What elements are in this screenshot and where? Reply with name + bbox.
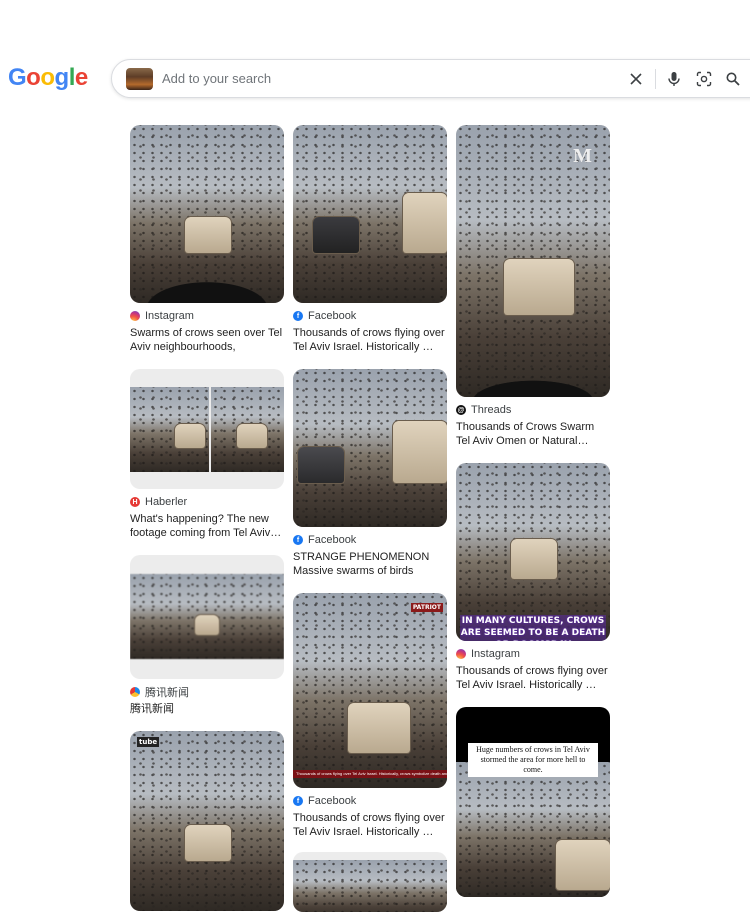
- source-name: Instagram: [471, 648, 520, 660]
- result-card[interactable]: 腾讯新闻 腾讯新闻: [130, 555, 284, 716]
- search-bar: [111, 59, 750, 98]
- result-card[interactable]: PATRIOT Thousands of crows flying over T…: [293, 593, 447, 839]
- result-title[interactable]: Thousands of crows flying over Tel Aviv …: [293, 326, 447, 354]
- result-card[interactable]: Instagram Swarms of crows seen over Tel …: [130, 125, 284, 354]
- video-caption-overlay: IN MANY CULTURES, CROWS ARE SEEMED TO BE…: [460, 615, 606, 641]
- source-name: Instagram: [145, 310, 194, 322]
- clear-icon[interactable]: [626, 69, 646, 89]
- source-name: Haberler: [145, 496, 188, 508]
- result-source[interactable]: Instagram: [130, 309, 284, 323]
- results-column-3: M @ Threads Thousands of Crows Swarm Tel…: [456, 125, 610, 897]
- source-name: Facebook: [308, 310, 357, 322]
- result-card[interactable]: Huge numbers of crows in Tel Aviv storme…: [456, 707, 610, 897]
- result-title[interactable]: Thousands of Crows Swarm Tel Aviv Omen o…: [456, 420, 610, 448]
- result-card[interactable]: H Haberler What's happening? The new foo…: [130, 369, 284, 540]
- search-input[interactable]: [162, 60, 602, 97]
- result-image[interactable]: tube: [130, 731, 284, 911]
- search-icon[interactable]: [723, 69, 743, 89]
- result-image[interactable]: PATRIOT Thousands of crows flying over T…: [293, 593, 447, 788]
- result-image[interactable]: IN MANY CULTURES, CROWS ARE SEEMED TO BE…: [456, 463, 610, 641]
- result-card[interactable]: [293, 852, 447, 912]
- result-image[interactable]: Huge numbers of crows in Tel Aviv storme…: [456, 707, 610, 897]
- facebook-icon: f: [293, 535, 303, 545]
- haberler-icon: H: [130, 497, 140, 507]
- result-title[interactable]: Thousands of crows flying over Tel Aviv …: [456, 664, 610, 692]
- source-name: Facebook: [308, 534, 357, 546]
- threads-icon: @: [456, 405, 466, 415]
- logo-letter: g: [54, 64, 70, 91]
- result-title[interactable]: Swarms of crows seen over Tel Aviv neigh…: [130, 326, 284, 354]
- result-title[interactable]: STRANGE PHENOMENON Massive swarms of bir…: [293, 550, 447, 578]
- result-source[interactable]: f Facebook: [293, 533, 447, 547]
- result-image[interactable]: [130, 555, 284, 679]
- result-title[interactable]: Thousands of crows flying over Tel Aviv …: [293, 811, 447, 839]
- logo-letter: o: [40, 64, 55, 91]
- result-card[interactable]: f Facebook STRANGE PHENOMENON Massive sw…: [293, 369, 447, 578]
- camera-lens-icon[interactable]: [694, 69, 714, 89]
- source-name: Threads: [471, 404, 512, 416]
- instagram-icon: [456, 649, 466, 659]
- video-caption-bar: Thousands of crows flying over Tel Aviv …: [293, 770, 447, 778]
- logo-letter: G: [8, 64, 27, 91]
- brand-watermark: M: [573, 145, 592, 167]
- result-source[interactable]: f Facebook: [293, 309, 447, 323]
- query-image-thumbnail[interactable]: [126, 68, 153, 90]
- logo-letter: o: [26, 64, 41, 91]
- facebook-icon: f: [293, 796, 303, 806]
- result-card[interactable]: f Facebook Thousands of crows flying ove…: [293, 125, 447, 354]
- results-column-2: f Facebook Thousands of crows flying ove…: [293, 125, 447, 912]
- result-source[interactable]: H Haberler: [130, 495, 284, 509]
- source-name: Facebook: [308, 795, 357, 807]
- result-title[interactable]: 腾讯新闻: [130, 702, 284, 716]
- result-source[interactable]: f Facebook: [293, 794, 447, 808]
- instagram-icon: [130, 311, 140, 321]
- result-image[interactable]: M: [456, 125, 610, 397]
- result-source[interactable]: 腾讯新闻: [130, 685, 284, 699]
- logo-letter: e: [74, 64, 88, 91]
- video-caption-box: Huge numbers of crows in Tel Aviv storme…: [468, 743, 598, 777]
- channel-logo: tube: [137, 737, 160, 747]
- result-image[interactable]: [293, 125, 447, 303]
- results-column-1: Instagram Swarms of crows seen over Tel …: [130, 125, 284, 911]
- result-image[interactable]: [130, 125, 284, 303]
- result-image[interactable]: [293, 369, 447, 527]
- result-title[interactable]: What's happening? The new footage coming…: [130, 512, 284, 540]
- result-card[interactable]: IN MANY CULTURES, CROWS ARE SEEMED TO BE…: [456, 463, 610, 692]
- facebook-icon: f: [293, 311, 303, 321]
- source-name: 腾讯新闻: [145, 687, 189, 699]
- tencent-news-icon: [130, 687, 140, 697]
- search-divider: [655, 69, 656, 89]
- google-logo[interactable]: Google: [8, 64, 88, 92]
- result-image[interactable]: [130, 369, 284, 489]
- result-source[interactable]: Instagram: [456, 647, 610, 661]
- result-card[interactable]: M @ Threads Thousands of Crows Swarm Tel…: [456, 125, 610, 448]
- result-image[interactable]: [293, 852, 447, 912]
- result-card[interactable]: tube: [130, 731, 284, 911]
- microphone-icon[interactable]: [664, 69, 684, 89]
- brand-watermark: PATRIOT: [410, 603, 443, 612]
- result-source[interactable]: @ Threads: [456, 403, 610, 417]
